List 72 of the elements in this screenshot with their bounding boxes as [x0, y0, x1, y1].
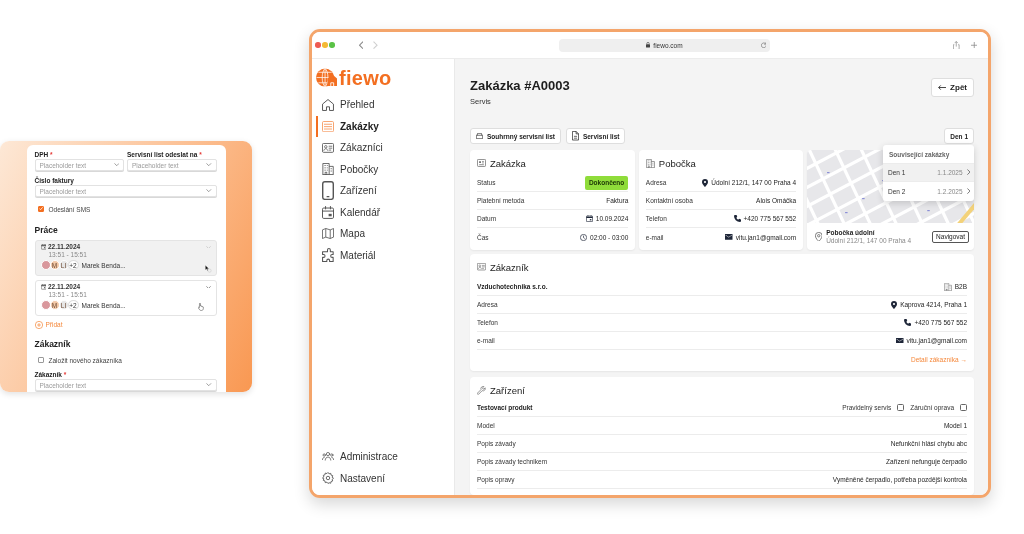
nav-item[interactable]: Kalendář — [316, 201, 385, 223]
nav-item[interactable]: Zařízení — [316, 180, 381, 202]
chevron-down-icon — [206, 189, 212, 193]
back-icon[interactable] — [358, 40, 364, 50]
share-icon[interactable] — [953, 40, 960, 50]
busy-cursor-icon — [205, 265, 212, 273]
nav-item[interactable]: Nastavení — [316, 467, 390, 489]
puzzle-icon — [322, 248, 334, 263]
plus-icon[interactable] — [970, 41, 977, 49]
page-title: Zakázka #A0003 — [470, 78, 570, 94]
chevron-down-icon — [113, 163, 119, 167]
document-list-icon — [477, 159, 486, 167]
checkbox[interactable] — [897, 404, 905, 411]
section-title: Práce — [34, 225, 59, 235]
chevron-down-icon — [206, 383, 212, 387]
location-pin-icon — [702, 178, 709, 187]
plus-circle-icon — [34, 320, 43, 329]
mail-icon — [896, 337, 904, 344]
window-close-icon[interactable] — [315, 42, 321, 48]
people-icon — [322, 452, 334, 461]
nav-item[interactable]: Mapa — [316, 223, 369, 245]
calendar-icon — [322, 205, 334, 219]
hand-cursor-icon — [198, 303, 204, 311]
calendar-icon — [40, 244, 46, 250]
document-icon — [571, 131, 579, 141]
window-zoom-icon[interactable] — [329, 42, 335, 48]
calendar-icon — [585, 215, 593, 222]
building-icon — [645, 158, 655, 168]
map-icon — [322, 228, 334, 240]
chevron-right-icon — [966, 187, 970, 195]
nav-item[interactable]: Zakázky — [316, 115, 383, 137]
contact-card-icon — [322, 142, 334, 153]
checkbox[interactable] — [37, 357, 44, 363]
checkbox[interactable] — [960, 404, 967, 411]
section-title: Zákazník — [34, 339, 72, 349]
card-title: Zařízení — [490, 384, 525, 396]
mail-icon — [725, 234, 733, 240]
home-icon — [322, 98, 334, 111]
checkmark-icon — [38, 207, 43, 211]
calendar-icon — [40, 284, 46, 290]
window-minimize-icon[interactable] — [322, 42, 328, 48]
reload-icon[interactable] — [760, 42, 766, 49]
chevron-down-icon — [206, 163, 212, 167]
settings-icon — [322, 472, 334, 485]
smartphone-icon — [322, 181, 334, 201]
card-title: Zakázka — [490, 157, 526, 169]
wrench-icon — [477, 385, 486, 395]
phone-icon — [904, 319, 912, 326]
list-icon — [322, 120, 334, 132]
chevron-right-icon — [966, 169, 970, 176]
nav-item[interactable]: Zákazníci — [316, 137, 387, 159]
building-icon — [943, 282, 952, 291]
checkbox[interactable] — [37, 206, 44, 212]
location-pin-icon — [814, 231, 823, 242]
nav-item[interactable]: Pobočky — [316, 158, 383, 180]
clock-icon — [580, 233, 587, 241]
nav-item[interactable]: Administrace — [316, 446, 402, 468]
building-icon — [322, 163, 334, 176]
nav-item[interactable]: Materiál — [316, 244, 380, 266]
chevron-down-icon[interactable] — [205, 285, 211, 289]
globe-logo-icon — [316, 68, 337, 88]
card-title: Zákazník — [490, 261, 529, 273]
arrow-left-icon — [938, 84, 947, 90]
back-button[interactable]: Zpět — [931, 78, 974, 97]
nav-item[interactable]: Přehled — [316, 94, 379, 116]
logo-text: fiewo — [339, 69, 392, 87]
printer-icon — [476, 133, 483, 139]
contact-card-icon — [477, 263, 486, 271]
card-title: Pobočka — [658, 157, 696, 169]
lock-icon — [646, 42, 651, 48]
location-pin-icon — [891, 300, 898, 309]
phone-icon — [733, 215, 741, 222]
